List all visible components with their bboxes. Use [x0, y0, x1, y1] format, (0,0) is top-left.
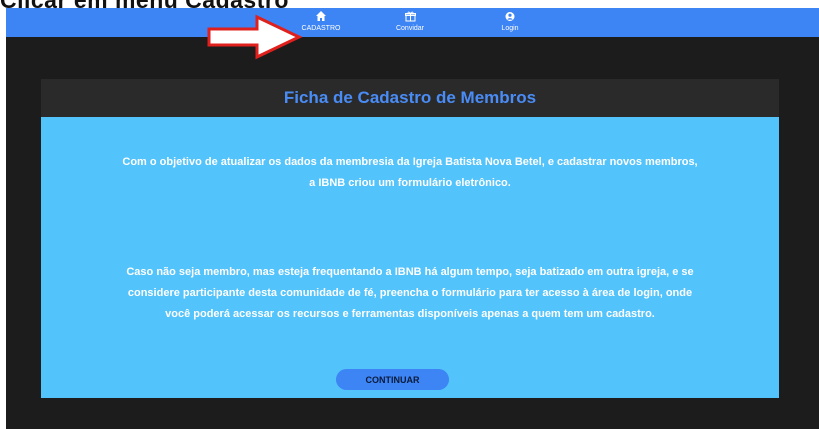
pointer-arrow-icon: [207, 14, 303, 60]
intro-line-2: a IBNB criou um formulário eletrônico.: [309, 177, 511, 189]
panel-body: Com o objetivo de atualizar os dados da …: [41, 117, 779, 398]
nav-label-convidar: Convidar: [395, 25, 424, 32]
nav-item-convidar[interactable]: Convidar: [370, 10, 450, 33]
non-member-line-1: Caso não seja membro, mas esteja frequen…: [126, 266, 694, 278]
non-member-line-3: você poderá acessar os recursos e ferram…: [165, 308, 655, 320]
panel-header: Ficha de Cadastro de Membros: [41, 79, 779, 117]
panel-title: Ficha de Cadastro de Membros: [283, 88, 537, 107]
top-navbar: CADASTRO Convidar Login: [6, 8, 819, 37]
intro-line-1: Com o objetivo de atualizar os dados da …: [122, 156, 698, 168]
nav-label-login: Login: [501, 25, 519, 32]
nav-label-cadastro: CADASTRO: [301, 25, 341, 32]
continue-button[interactable]: CONTINUAR: [336, 369, 449, 390]
intro-paragraph: Com o objetivo de atualizar os dados da …: [61, 152, 759, 194]
non-member-paragraph: Caso não seja membro, mas esteja frequen…: [61, 262, 759, 325]
nav-item-login[interactable]: Login: [470, 10, 550, 33]
gift-icon: [370, 11, 450, 25]
user-icon: [470, 11, 550, 25]
non-member-line-2: considere participante desta comunidade …: [127, 287, 693, 299]
